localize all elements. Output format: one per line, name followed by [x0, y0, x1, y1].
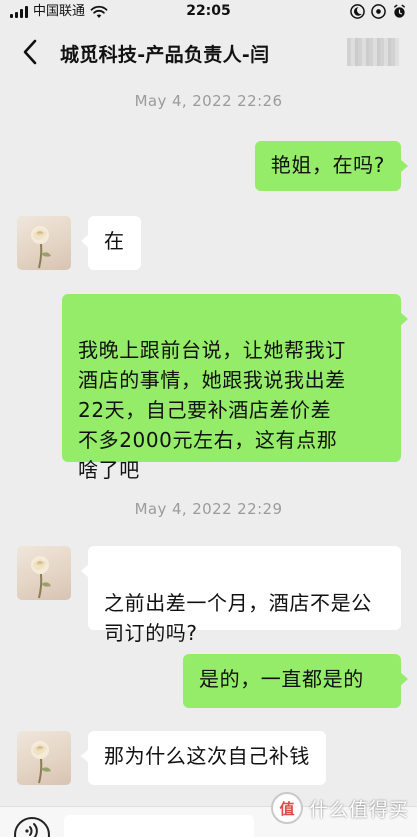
- message-text: 在: [104, 229, 125, 253]
- alarm-icon: [394, 4, 405, 18]
- received-message[interactable]: 在: [81, 216, 141, 270]
- signal-icon: [10, 6, 28, 18]
- voice-button[interactable]: [14, 817, 50, 837]
- avatar[interactable]: [17, 731, 71, 785]
- back-button[interactable]: [8, 32, 52, 72]
- title-fade: [395, 32, 417, 72]
- message-input[interactable]: [64, 815, 254, 837]
- message-text: 是的，一直都是的: [199, 667, 364, 691]
- message-timestamp: May 4, 2022 22:29: [134, 500, 283, 518]
- message-timestamp: May 4, 2022 22:26: [134, 92, 283, 110]
- chevron-left-icon: [23, 39, 37, 65]
- sent-message[interactable]: 是的，一直都是的: [183, 654, 408, 708]
- status-bar: 中国联通 22:05: [0, 0, 417, 24]
- received-message[interactable]: 之前出差一个月，酒店不是公 司订的吗?: [81, 546, 401, 645]
- wifi-icon: [90, 5, 108, 18]
- chat-header: 城觅科技-产品负责人-闫: [0, 24, 417, 80]
- redacted-name-blur: [347, 38, 399, 66]
- message-text: 之前出差一个月，酒店不是公 司订的吗?: [104, 591, 372, 645]
- rose-avatar-image: [31, 741, 51, 784]
- received-message[interactable]: 那为什么这次自己补钱: [81, 731, 326, 785]
- location-icon: [371, 4, 386, 19]
- status-bar-right: [350, 4, 407, 19]
- sent-message[interactable]: 我晚上跟前台说，让她帮我订 酒店的事情，她跟我说我出差 22天，自己要补酒店差价…: [62, 294, 408, 482]
- message-text: 我晚上跟前台说，让她帮我订 酒店的事情，她跟我说我出差 22天，自己要补酒店差价…: [78, 338, 346, 482]
- sent-message[interactable]: 艳姐，在吗?: [254, 141, 409, 191]
- avatar[interactable]: [17, 216, 71, 270]
- input-bar: [0, 806, 417, 837]
- status-bar-left: 中国联通: [10, 4, 108, 20]
- moon-icon: [350, 4, 365, 19]
- rose-avatar-image: [31, 226, 51, 269]
- rose-avatar-image: [31, 556, 51, 599]
- carrier-label: 中国联通: [33, 4, 86, 19]
- message-text: 艳姐，在吗?: [270, 153, 385, 177]
- avatar[interactable]: [17, 546, 71, 600]
- voice-icon: [25, 823, 38, 837]
- message-text: 那为什么这次自己补钱: [104, 744, 310, 768]
